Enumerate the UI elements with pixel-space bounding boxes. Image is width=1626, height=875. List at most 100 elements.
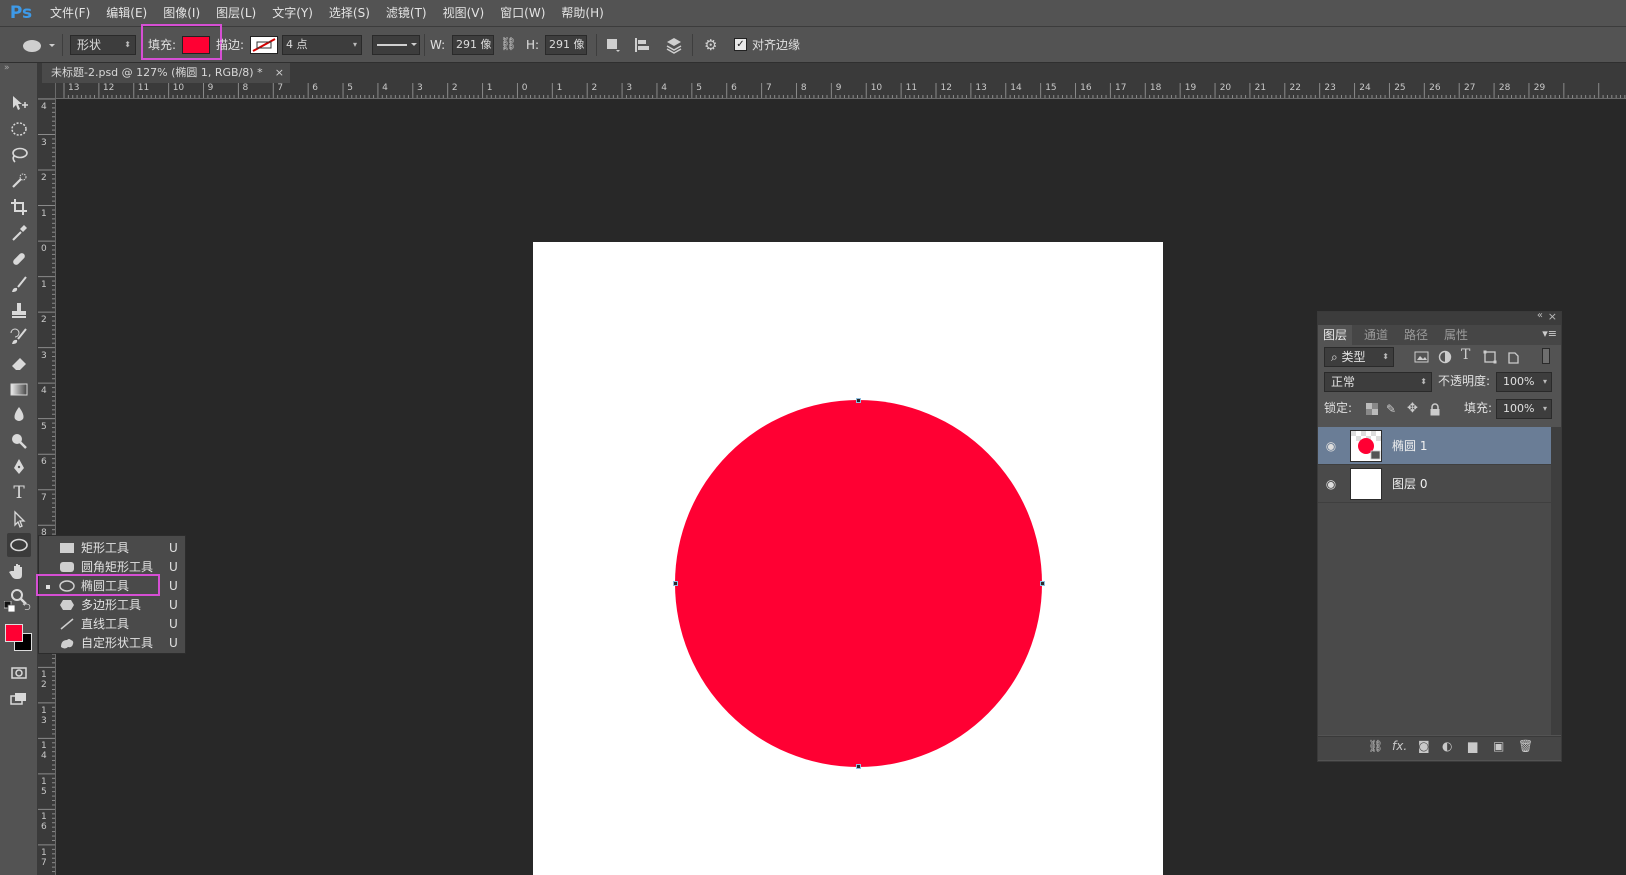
menu-window[interactable]: 窗口(W)	[492, 0, 553, 26]
custom-shape-tool-item[interactable]: 自定形状工具 U	[39, 634, 187, 653]
menu-layer[interactable]: 图层(L)	[208, 0, 264, 26]
menu-view[interactable]: 视图(V)	[435, 0, 493, 26]
link-layers-icon[interactable]: ⛓	[1368, 739, 1383, 753]
quick-mask-button[interactable]	[7, 661, 31, 685]
fill-opacity-field[interactable]: 100% ▾	[1496, 399, 1552, 419]
link-wh-icon[interactable]: ⛓	[500, 37, 517, 53]
hand-tool[interactable]	[7, 559, 31, 583]
lock-all-button[interactable]	[1429, 403, 1441, 416]
close-icon[interactable]: ×	[275, 63, 284, 83]
polygon-tool-item[interactable]: 多边形工具 U	[39, 596, 187, 615]
layer-row[interactable]: ◉ 图层 0	[1318, 465, 1551, 503]
panel-menu-icon[interactable]: ▾≡	[1542, 327, 1557, 340]
ruler-tick-label: 3	[41, 350, 47, 361]
lock-transparent-pixels-button[interactable]	[1366, 403, 1378, 415]
ruler-tick-label: 7	[41, 492, 47, 503]
filter-type-button[interactable]: T	[1461, 347, 1470, 363]
anchor-point-left[interactable]	[673, 581, 678, 586]
close-panel-icon[interactable]: ×	[1548, 310, 1557, 323]
quick-selection-tool[interactable]	[7, 169, 31, 193]
line-tool-item[interactable]: 直线工具 U	[39, 615, 187, 634]
visibility-eye-icon[interactable]: ◉	[1323, 476, 1339, 492]
default-colors-icon[interactable]	[3, 600, 16, 613]
tool-mode-select[interactable]: 形状 ⬍	[70, 35, 136, 55]
tool-preset-picker[interactable]	[14, 36, 58, 56]
filter-toggle[interactable]	[1542, 348, 1550, 364]
menu-edit[interactable]: 编辑(E)	[98, 0, 155, 26]
layer-name[interactable]: 图层 0	[1392, 465, 1427, 503]
horizontal-ruler[interactable]: 13 12 11 10 9 8 7 6 5 4 3 2 1 0 1 2 3 4 5 6 7 8 9 10 11 12 13 14 15 1…	[56, 83, 1626, 99]
rectangle-tool-item[interactable]: 矩形工具 U	[39, 539, 187, 558]
adjustment-layer-icon[interactable]: ◐	[1442, 739, 1452, 753]
menu-help[interactable]: 帮助(H)	[553, 0, 611, 26]
crop-tool[interactable]	[7, 195, 31, 219]
healing-brush-tool[interactable]	[7, 247, 31, 271]
stroke-swatch[interactable]	[250, 36, 278, 54]
width-field[interactable]: 291 像	[452, 35, 494, 55]
menu-select[interactable]: 选择(S)	[321, 0, 378, 26]
type-tool[interactable]: T	[7, 481, 31, 505]
menu-file[interactable]: 文件(F)	[42, 0, 98, 26]
tab-channels[interactable]: 通道	[1364, 325, 1388, 345]
layer-row[interactable]: ◉ 椭圆 1	[1318, 427, 1551, 465]
elliptical-marquee-tool[interactable]	[7, 117, 31, 141]
delete-layer-trash-icon[interactable]: 🗑	[1518, 739, 1533, 753]
filter-shape-button[interactable]	[1483, 350, 1497, 364]
gradient-tool[interactable]	[7, 377, 31, 401]
foreground-color-swatch[interactable]	[5, 624, 23, 642]
vertical-ruler[interactable]: 432101234567891 01 11 21 31 41 51 61 7	[38, 99, 56, 875]
screen-mode-button[interactable]	[7, 687, 31, 711]
brush-icon: ✎	[1386, 402, 1397, 416]
filter-adjustment-button[interactable]	[1438, 350, 1452, 364]
path-arrangement-button[interactable]	[664, 36, 684, 54]
blur-tool[interactable]	[7, 403, 31, 427]
anchor-point-bottom[interactable]	[856, 764, 861, 769]
panel-collapse-icon[interactable]: »	[4, 63, 10, 73]
menu-type[interactable]: 文字(Y)	[264, 0, 321, 26]
layer-filter-select[interactable]: ⌕ 类型 ⬍	[1324, 347, 1394, 367]
height-field[interactable]: 291 像	[545, 35, 587, 55]
anchor-point-right[interactable]	[1040, 581, 1045, 586]
lock-position-button[interactable]: ✥	[1407, 401, 1418, 416]
blend-mode-select[interactable]: 正常 ⬍	[1324, 372, 1432, 392]
path-selection-tool[interactable]	[7, 507, 31, 531]
lock-image-pixels-button[interactable]: ✎	[1386, 402, 1396, 416]
path-alignment-button[interactable]	[632, 36, 652, 54]
swap-colors-icon[interactable]: ⮌	[22, 598, 31, 617]
new-group-folder-icon[interactable]: ▆	[1468, 739, 1477, 753]
filter-pixel-button[interactable]	[1414, 350, 1430, 364]
move-tool[interactable]	[7, 91, 31, 115]
dodge-tool[interactable]	[7, 429, 31, 453]
visibility-eye-icon[interactable]: ◉	[1323, 438, 1339, 454]
layer-name[interactable]: 椭圆 1	[1392, 427, 1427, 465]
eyedropper-tool[interactable]	[7, 221, 31, 245]
fx-icon[interactable]: fx.	[1392, 739, 1407, 753]
align-edges-checkbox[interactable]: ✓	[734, 38, 747, 51]
path-operations-button[interactable]	[604, 36, 622, 54]
pen-tool[interactable]	[7, 455, 31, 479]
menu-filter[interactable]: 滤镜(T)	[378, 0, 435, 26]
lasso-tool[interactable]	[7, 143, 31, 167]
menu-image[interactable]: 图像(I)	[155, 0, 208, 26]
brush-tool[interactable]	[7, 273, 31, 297]
ruler-tick-label: 4	[41, 102, 47, 112]
ellipse-shape[interactable]	[675, 400, 1042, 767]
collapse-panel-icon[interactable]: «	[1537, 310, 1543, 321]
ellipse-tool[interactable]	[7, 533, 31, 557]
opacity-field[interactable]: 100% ▾	[1496, 372, 1552, 392]
anchor-point-top[interactable]	[856, 398, 861, 403]
add-mask-icon[interactable]: ◙	[1418, 739, 1430, 753]
filter-smart-object-button[interactable]	[1506, 350, 1520, 364]
layer-list-scrollbar[interactable]	[1551, 427, 1561, 735]
tab-properties[interactable]: 属性	[1444, 325, 1468, 345]
tab-paths[interactable]: 路径	[1404, 325, 1428, 345]
clone-stamp-tool[interactable]	[7, 299, 31, 323]
stroke-type-select[interactable]	[372, 35, 420, 55]
new-layer-icon[interactable]: ▣	[1493, 739, 1504, 753]
history-brush-tool[interactable]	[7, 325, 31, 349]
eraser-tool[interactable]	[7, 351, 31, 375]
document-tab[interactable]: 未标题-2.psd @ 127% (椭圆 1, RGB/8) * ×	[42, 63, 290, 83]
tab-layers[interactable]: 图层	[1318, 325, 1353, 345]
stroke-width-field[interactable]: 4 点 ▾	[282, 35, 362, 55]
settings-button[interactable]: ⚙	[704, 36, 722, 54]
